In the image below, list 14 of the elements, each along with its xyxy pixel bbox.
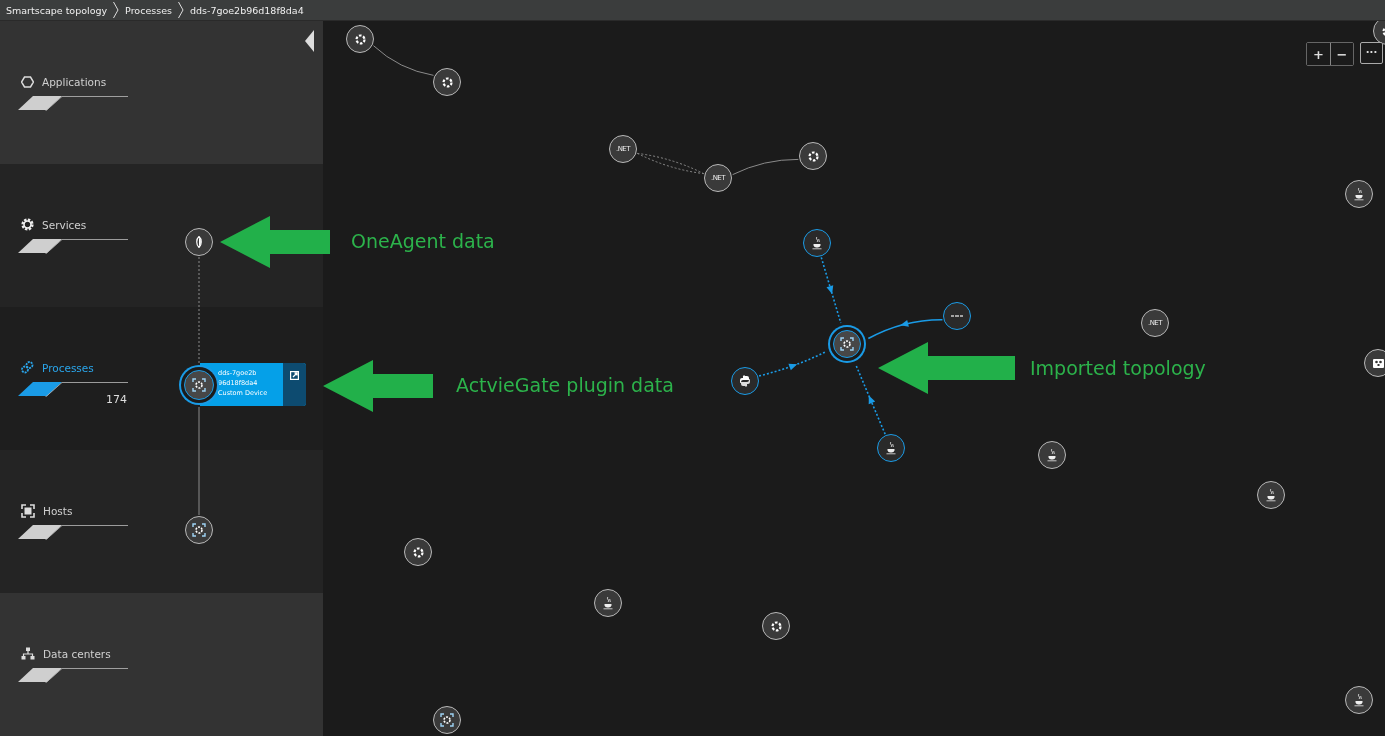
annotation-text: ActvieGate plugin data <box>456 374 674 396</box>
annotation-text: Imported topology <box>1030 357 1206 379</box>
annotation-text: OneAgent data <box>351 230 495 252</box>
breadcrumb-link[interactable]: dds-7goe2b96d18f8da4 <box>183 4 310 16</box>
sidebar-item[interactable]: Services <box>21 217 87 232</box>
breadcrumb-link[interactable]: Smartscape topology <box>0 4 114 16</box>
more-button[interactable]: ··· <box>1360 42 1383 64</box>
item-count: 174 <box>106 392 127 406</box>
sidebar-item[interactable]: Data centers <box>21 646 111 661</box>
sidebar-item[interactable]: Hosts <box>21 503 73 518</box>
sidebar-item[interactable]: Processes <box>21 360 94 375</box>
sidebar-item[interactable]: Applications <box>21 74 107 89</box>
breadcrumb-link[interactable]: Processes <box>119 4 178 16</box>
zoom-out-button[interactable]: − <box>1330 43 1353 65</box>
